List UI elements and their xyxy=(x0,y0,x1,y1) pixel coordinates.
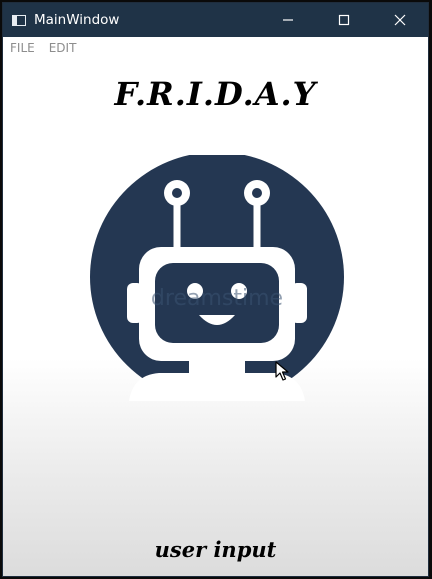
maximize-icon xyxy=(338,14,350,26)
menu-edit[interactable]: EDIT xyxy=(42,41,84,55)
minimize-icon xyxy=(283,19,293,21)
user-input-label: user input xyxy=(154,537,277,562)
mouse-pointer-icon xyxy=(275,361,289,381)
main-content: F.R.I.D.A.Y dreamstime user input xyxy=(3,59,428,576)
window-controls xyxy=(260,3,428,37)
robot-icon: dreamstime xyxy=(90,155,344,401)
window-title: MainWindow xyxy=(34,12,120,28)
maximize-button[interactable] xyxy=(316,3,372,37)
minimize-button[interactable] xyxy=(260,3,316,37)
menu-file[interactable]: FILE xyxy=(3,41,42,55)
close-button[interactable] xyxy=(372,3,428,37)
menu-bar: FILE EDIT xyxy=(3,37,428,59)
main-window: MainWindow FILE EDIT F.R.I.D.A.Y dreamst… xyxy=(2,2,429,577)
window-app-icon xyxy=(12,14,26,26)
logo-watermark: dreamstime xyxy=(151,286,283,311)
app-title: F.R.I.D.A.Y xyxy=(114,75,317,113)
title-bar[interactable]: MainWindow xyxy=(3,3,428,37)
close-icon xyxy=(394,14,406,26)
